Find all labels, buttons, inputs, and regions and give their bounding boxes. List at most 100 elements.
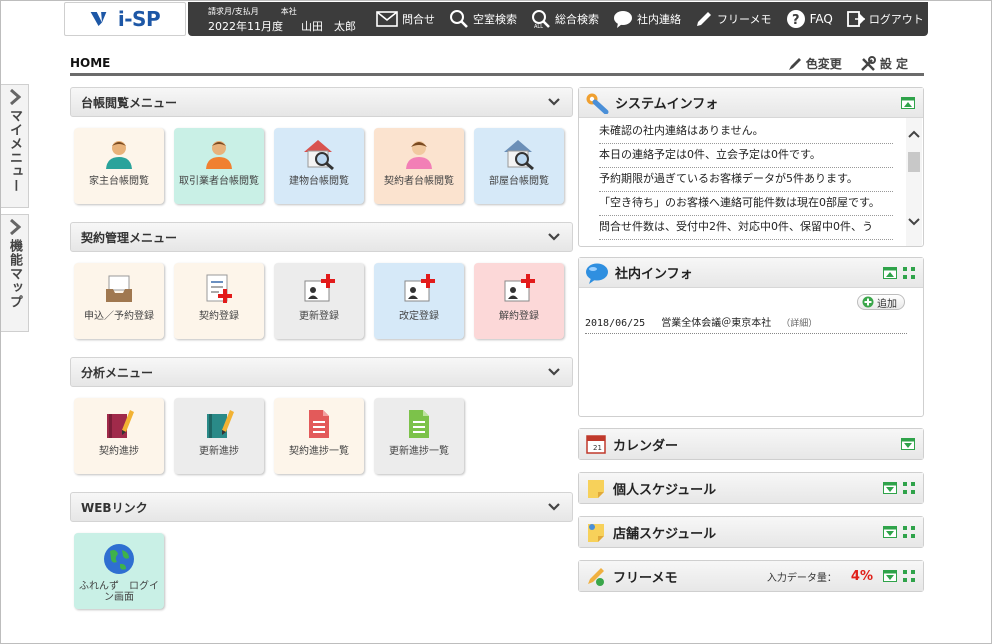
sidetab-my-menu[interactable]: マイメニュー <box>1 84 29 208</box>
panel-company-info: 社内インフォ 追加 2018/06/25 営業全体会議＠東京本社 （詳細） <box>578 257 924 417</box>
window-minimize-icon[interactable] <box>883 482 897 494</box>
section-analysis-title: 分析メニュー <box>81 365 154 380</box>
news-detail-link[interactable]: （詳細） <box>781 319 817 329</box>
expand-icon[interactable] <box>903 570 915 582</box>
tile-renewal-progress-list-label: 更新進捗一覧 <box>389 446 449 457</box>
panel-company-info-header[interactable]: 社内インフォ <box>579 258 923 288</box>
user-period-info: 請求月/支払月 本社 2022年11月度 山田 太郎 <box>188 4 356 34</box>
expand-icon[interactable] <box>903 482 915 494</box>
system-info-row[interactable]: 「空き待ち」のお客様へ連絡可能件数は現在0部屋です。 <box>599 192 893 216</box>
svg-text:?: ? <box>792 13 800 28</box>
tile-revision-register-label: 改定登録 <box>399 311 439 322</box>
window-restore-icon[interactable] <box>883 266 897 279</box>
news-item[interactable]: 2018/06/25 営業全体会議＠東京本社 （詳細） <box>585 314 907 334</box>
document-red-icon <box>309 410 329 438</box>
chat-icon <box>614 11 632 28</box>
calendar-icon: 21 <box>586 435 606 454</box>
section-ledger-menu[interactable]: 台帳閲覧メニュー <box>70 87 573 117</box>
system-info-row[interactable]: 問合せ件数は、受付中2件、対応中0件、保留中0件、う <box>599 216 893 240</box>
mail-icon <box>376 11 398 27</box>
panel-system-info-title: システムインフォ <box>615 97 719 112</box>
news-date: 2018/06/25 <box>585 318 646 329</box>
add-news-label: 追加 <box>877 298 897 310</box>
window-minimize-icon[interactable] <box>901 438 915 450</box>
chevron-right-icon <box>9 219 21 235</box>
system-info-row[interactable]: 予約期限が過ぎているお客様データが5件あります。 <box>599 168 893 192</box>
brush-icon <box>788 57 801 70</box>
tile-application-register[interactable]: 申込／予約登録 <box>74 263 164 339</box>
section-analysis-menu[interactable]: 分析メニュー <box>70 357 573 387</box>
news-text: 営業全体会議＠東京本社 <box>661 318 772 329</box>
chevron-down-icon[interactable] <box>906 216 922 228</box>
scrollbar-thumb[interactable] <box>908 152 920 172</box>
tile-vendor-ledger[interactable]: 取引業者台帳閲覧 <box>174 128 264 204</box>
branch-label: 本社 <box>280 7 297 16</box>
vendor-person-icon <box>206 141 232 169</box>
tile-renewal-register[interactable]: 更新登録 <box>274 263 364 339</box>
app-logo[interactable]: i-SP <box>64 2 186 36</box>
title-divider <box>70 73 924 76</box>
svg-text:ALL: ALL <box>534 24 543 29</box>
tile-contract-progress[interactable]: 契約進捗 <box>74 398 164 474</box>
section-web-links-title: WEBリンク <box>81 500 148 515</box>
tile-tenant-ledger[interactable]: 契約者台帳閲覧 <box>374 128 464 204</box>
nav-vacancy-search[interactable]: 空室検索 <box>449 9 517 29</box>
panel-personal-schedule-header[interactable]: 個人スケジュール <box>579 473 923 503</box>
nav-logout-label: ログアウト <box>868 13 924 26</box>
tile-room-ledger[interactable]: 部屋台帳閲覧 <box>474 128 564 204</box>
tile-cancellation-register[interactable]: 解約登録 <box>474 263 564 339</box>
tile-contract-register-label: 契約登録 <box>199 311 239 322</box>
expand-icon[interactable] <box>903 266 915 279</box>
tile-owner-ledger[interactable]: 家主台帳閲覧 <box>74 128 164 204</box>
nav-free-memo[interactable]: フリーメモ <box>695 10 772 28</box>
tile-building-ledger[interactable]: 建物台帳閲覧 <box>274 128 364 204</box>
tile-friends-login[interactable]: ふれんず ログイン画面 <box>74 533 164 609</box>
tile-room-ledger-label: 部屋台帳閲覧 <box>489 176 549 187</box>
nav-inquiry[interactable]: 問合せ <box>376 11 435 27</box>
tile-vendor-ledger-label: 取引業者台帳閲覧 <box>179 176 259 187</box>
color-change-button[interactable]: 色変更 <box>788 55 842 72</box>
tile-cancellation-register-label: 解約登録 <box>499 311 539 322</box>
tile-contract-progress-list[interactable]: 契約進捗一覧 <box>274 398 364 474</box>
notebook-pencil-icon <box>207 410 234 438</box>
settings-button[interactable]: 設 定 <box>860 55 908 72</box>
sidetab-my-menu-label: マイメニュー <box>7 109 22 193</box>
speech-bubble-icon <box>586 263 608 284</box>
add-news-button[interactable]: 追加 <box>857 294 905 310</box>
nav-logout[interactable]: ログアウト <box>846 10 924 28</box>
window-minimize-icon[interactable] <box>883 526 897 538</box>
period-value: 2022年11月度 <box>208 20 283 33</box>
tile-revision-register[interactable]: 改定登録 <box>374 263 464 339</box>
page-actions: 色変更 設 定 <box>788 55 908 72</box>
panel-free-memo-header[interactable]: フリーメモ 入力データ量： 4% <box>579 561 923 591</box>
chevron-up-icon[interactable] <box>906 128 922 140</box>
nav-faq[interactable]: ? FAQ <box>786 9 833 29</box>
wrench-icon <box>586 93 609 114</box>
globe-icon <box>104 544 134 574</box>
nav-general-search[interactable]: ALL 総合検索 <box>531 9 599 29</box>
tile-renewal-progress[interactable]: 更新進捗 <box>174 398 264 474</box>
panel-free-memo-title: フリーメモ <box>613 570 678 586</box>
expand-icon[interactable] <box>903 526 915 538</box>
memo-data-label: 入力データ量： <box>766 572 837 584</box>
sidetab-function-map[interactable]: 機能マップ <box>1 214 29 332</box>
window-minimize-icon[interactable] <box>883 570 897 582</box>
chevron-down-icon <box>548 503 560 511</box>
section-contract-menu[interactable]: 契約管理メニュー <box>70 222 573 252</box>
panel-store-schedule-title: 店舗スケジュール <box>613 526 717 542</box>
section-web-links[interactable]: WEBリンク <box>70 492 573 522</box>
panel-store-schedule-header[interactable]: 店舗スケジュール <box>579 517 923 547</box>
tile-contract-register[interactable]: 契約登録 <box>174 263 264 339</box>
nav-internal-contact[interactable]: 社内連絡 <box>613 10 681 28</box>
contract-add-icon <box>404 274 435 302</box>
analysis-tiles: 契約進捗 更新進捗 契約進捗一覧 更新進捗一覧 <box>74 398 464 474</box>
window-restore-icon[interactable] <box>901 96 915 109</box>
nav-free-memo-label: フリーメモ <box>717 13 772 26</box>
tile-renewal-progress-list[interactable]: 更新進捗一覧 <box>374 398 464 474</box>
svg-text:21: 21 <box>593 444 602 452</box>
panel-system-info-header[interactable]: システムインフォ <box>579 88 923 118</box>
panel-calendar-header[interactable]: 21 カレンダー <box>579 429 923 459</box>
system-info-scrollbar[interactable] <box>906 118 922 246</box>
plus-circle-icon <box>862 296 874 308</box>
question-icon: ? <box>786 10 805 28</box>
